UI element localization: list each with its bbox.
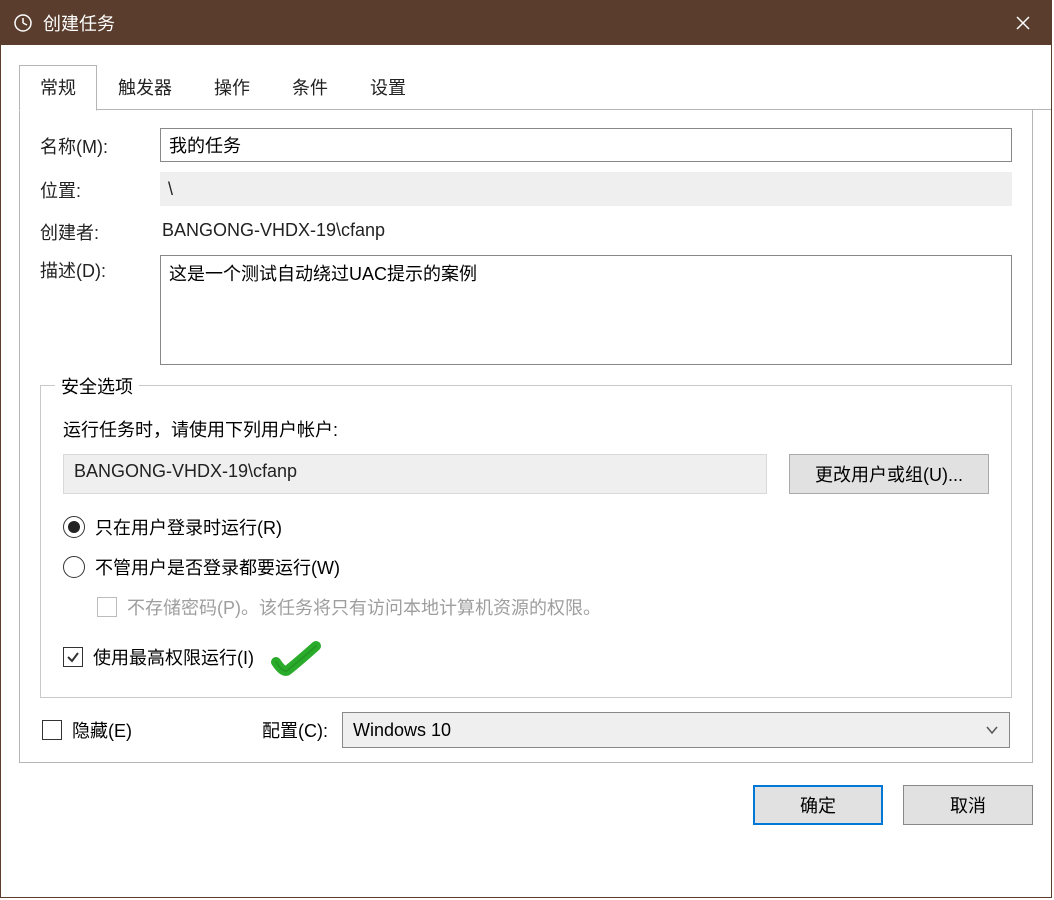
- chevron-down-icon: [985, 722, 999, 738]
- tab-page-general: 名称(M): 位置: \ 创建者: BANGONG-VHDX-19\cfanp …: [19, 110, 1033, 763]
- config-label: 配置(C):: [262, 717, 328, 743]
- cancel-button[interactable]: 取消: [903, 785, 1033, 825]
- checkbox-no-password-label: 不存储密码(P)。该任务将只有访问本地计算机资源的权限。: [127, 594, 601, 620]
- security-instruction: 运行任务时，请使用下列用户帐户:: [63, 416, 989, 442]
- change-user-button[interactable]: 更改用户或组(U)...: [789, 454, 989, 494]
- location-value: \: [160, 172, 1012, 206]
- name-label: 名称(M):: [40, 131, 160, 159]
- config-dropdown-value: Windows 10: [353, 720, 451, 741]
- tab-triggers[interactable]: 触发器: [97, 65, 193, 110]
- tab-strip: 常规 触发器 操作 条件 设置: [1, 45, 1051, 110]
- radio-icon: [63, 516, 85, 538]
- checkbox-no-password: 不存储密码(P)。该任务将只有访问本地计算机资源的权限。: [97, 594, 989, 620]
- description-input[interactable]: 这是一个测试自动绕过UAC提示的案例: [160, 255, 1012, 365]
- radio-run-logged-on-label: 只在用户登录时运行(R): [95, 514, 282, 540]
- radio-run-whether-label: 不管用户是否登录都要运行(W): [95, 554, 340, 580]
- tab-general[interactable]: 常规: [19, 65, 97, 111]
- security-account: BANGONG-VHDX-19\cfanp: [63, 454, 767, 494]
- tab-conditions[interactable]: 条件: [271, 65, 349, 110]
- ok-button[interactable]: 确定: [753, 785, 883, 825]
- name-input[interactable]: [160, 128, 1012, 162]
- checkbox-icon: [42, 720, 62, 740]
- creator-label: 创建者:: [40, 217, 160, 245]
- tab-actions[interactable]: 操作: [193, 65, 271, 110]
- security-groupbox: 安全选项 运行任务时，请使用下列用户帐户: BANGONG-VHDX-19\cf…: [40, 385, 1012, 698]
- checkmark-annotation-icon: [270, 634, 324, 679]
- window-title: 创建任务: [43, 10, 115, 36]
- clock-icon: [13, 13, 33, 33]
- checkbox-icon: [63, 647, 83, 667]
- checkbox-hidden[interactable]: 隐藏(E): [42, 717, 242, 743]
- title-bar[interactable]: 创建任务: [1, 1, 1051, 45]
- security-legend: 安全选项: [55, 373, 139, 399]
- close-icon: [1016, 16, 1030, 30]
- description-label: 描述(D):: [40, 255, 160, 283]
- creator-value: BANGONG-VHDX-19\cfanp: [160, 216, 1012, 245]
- tab-settings[interactable]: 设置: [349, 65, 427, 110]
- checkbox-hidden-label: 隐藏(E): [72, 717, 132, 743]
- checkbox-highest-priv-label: 使用最高权限运行(I): [93, 644, 254, 670]
- close-button[interactable]: [995, 1, 1051, 45]
- client-area: 常规 触发器 操作 条件 设置 名称(M): 位置: \ 创建者: BANGON…: [1, 45, 1051, 897]
- checkbox-icon: [97, 597, 117, 617]
- dialog-window: 创建任务 常规 触发器 操作 条件 设置 名称(M): 位置: \: [0, 0, 1052, 898]
- dialog-footer: 确定 取消: [1, 763, 1051, 825]
- radio-run-whether[interactable]: 不管用户是否登录都要运行(W): [63, 554, 989, 580]
- radio-run-logged-on[interactable]: 只在用户登录时运行(R): [63, 514, 989, 540]
- checkbox-highest-priv[interactable]: 使用最高权限运行(I): [63, 634, 989, 679]
- location-label: 位置:: [40, 175, 160, 203]
- config-dropdown[interactable]: Windows 10: [342, 712, 1010, 748]
- radio-icon: [63, 556, 85, 578]
